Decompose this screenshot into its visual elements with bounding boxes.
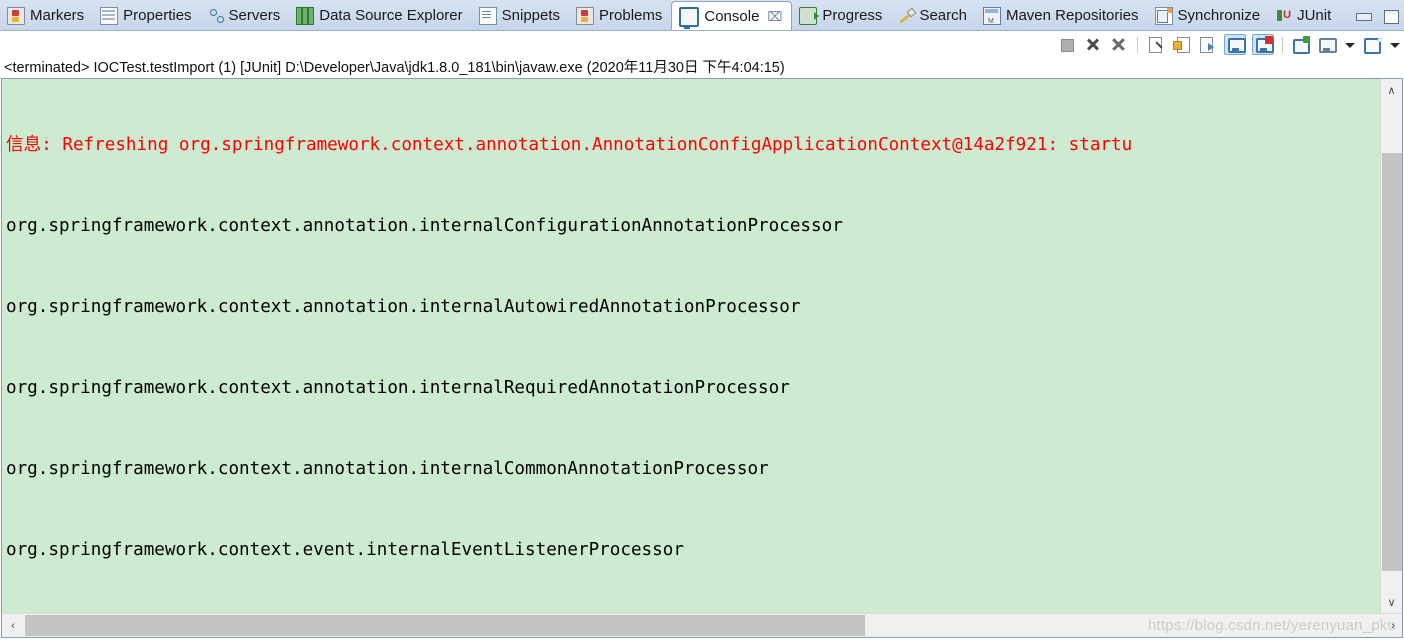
horizontal-scrollbar-thumb[interactable] [25, 615, 865, 636]
view-tab-bar: Markers Properties Servers Data Source E… [0, 0, 1404, 31]
console-line: org.springframework.context.annotation.i… [6, 216, 843, 236]
tab-progress[interactable]: Progress [792, 0, 891, 30]
toolbar-separator [1137, 36, 1138, 53]
scroll-left-icon[interactable]: ‹ [2, 614, 24, 637]
console-line: org.springframework.context.annotation.i… [6, 297, 801, 317]
maven-icon [982, 6, 1001, 25]
search-icon [898, 8, 914, 24]
console-output-text[interactable]: 信息: Refreshing org.springframework.conte… [6, 79, 1374, 612]
show-console-on-output-button[interactable] [1224, 34, 1246, 55]
tab-junit[interactable]: JUnit [1269, 0, 1340, 30]
synchronize-icon [1154, 6, 1173, 25]
console-line: org.springframework.context.annotation.i… [6, 378, 790, 398]
tab-label: Data Source Explorer [319, 7, 463, 24]
pin-console-button[interactable] [1291, 35, 1311, 54]
tab-label: Snippets [501, 7, 561, 24]
markers-icon [7, 6, 25, 25]
clear-console-button[interactable] [1146, 35, 1166, 54]
tab-properties[interactable]: Properties [93, 0, 200, 30]
remove-launch-button[interactable] [1083, 35, 1103, 54]
eclipse-console-view: Markers Properties Servers Data Source E… [0, 0, 1404, 640]
minimize-icon[interactable] [1356, 9, 1372, 23]
properties-icon [100, 6, 119, 25]
show-console-on-error-button[interactable] [1252, 34, 1274, 55]
tab-label: JUnit [1297, 7, 1332, 24]
tab-markers[interactable]: Markers [0, 0, 93, 30]
vertical-scrollbar-thumb[interactable] [1382, 153, 1402, 571]
console-line: 信息: Refreshing org.springframework.conte… [6, 135, 1133, 155]
database-icon [296, 6, 315, 25]
scroll-down-icon[interactable]: ∨ [1381, 591, 1402, 613]
process-description: <terminated> IOCTest.testImport (1) [JUn… [4, 60, 785, 76]
tab-synchronize[interactable]: Synchronize [1148, 0, 1270, 30]
problems-icon [576, 6, 595, 25]
maximize-icon[interactable] [1384, 9, 1399, 24]
display-selected-console-button[interactable] [1317, 35, 1337, 54]
window-controls [1356, 0, 1399, 30]
toolbar-separator [1282, 36, 1283, 53]
error-badge-icon [1265, 36, 1273, 44]
tab-label: Synchronize [1177, 7, 1261, 24]
tab-search[interactable]: Search [891, 0, 976, 30]
open-console-dropdown[interactable] [1388, 35, 1401, 54]
vertical-scrollbar[interactable]: ∧ ∨ [1380, 79, 1402, 613]
tab-label: Servers [228, 7, 281, 24]
word-wrap-button[interactable] [1198, 35, 1218, 54]
console-output-frame[interactable]: 信息: Refreshing org.springframework.conte… [1, 78, 1403, 638]
tab-label: Console [704, 8, 760, 25]
scroll-lock-button[interactable] [1172, 35, 1192, 54]
tab-problems[interactable]: Problems [569, 0, 671, 30]
tab-label: Properties [123, 7, 192, 24]
junit-icon [1276, 8, 1292, 24]
tab-console[interactable]: Console ⌧ [671, 1, 793, 30]
scroll-up-icon[interactable]: ∧ [1381, 79, 1402, 101]
remove-all-terminated-button[interactable] [1109, 35, 1129, 54]
tab-label: Problems [599, 7, 663, 24]
tab-label: Search [919, 7, 967, 24]
console-line: org.springframework.context.event.intern… [6, 540, 684, 560]
tab-label: Markers [30, 7, 85, 24]
close-icon[interactable]: ⌧ [767, 10, 782, 23]
tab-servers[interactable]: Servers [201, 0, 290, 30]
tab-snippets[interactable]: Snippets [472, 0, 569, 30]
console-line: org.springframework.context.annotation.i… [6, 459, 769, 479]
console-icon [679, 6, 700, 29]
terminate-button[interactable] [1057, 35, 1077, 54]
watermark: https://blog.csdn.net/yerenyuan_pku [1148, 617, 1396, 634]
tab-label: Progress [822, 7, 883, 24]
tab-data-source-explorer[interactable]: Data Source Explorer [289, 0, 471, 30]
progress-icon [799, 6, 820, 25]
servers-icon [208, 8, 224, 24]
open-console-button[interactable] [1362, 35, 1382, 54]
tab-label: Maven Repositories [1005, 7, 1139, 24]
red-ellipse-highlight [2, 637, 72, 638]
tab-maven-repositories[interactable]: Maven Repositories [976, 0, 1148, 30]
display-selected-console-dropdown[interactable] [1343, 35, 1356, 54]
snippets-icon [478, 6, 497, 25]
console-toolbar [0, 31, 1404, 58]
console-panel: <terminated> IOCTest.testImport (1) [JUn… [0, 58, 1404, 640]
